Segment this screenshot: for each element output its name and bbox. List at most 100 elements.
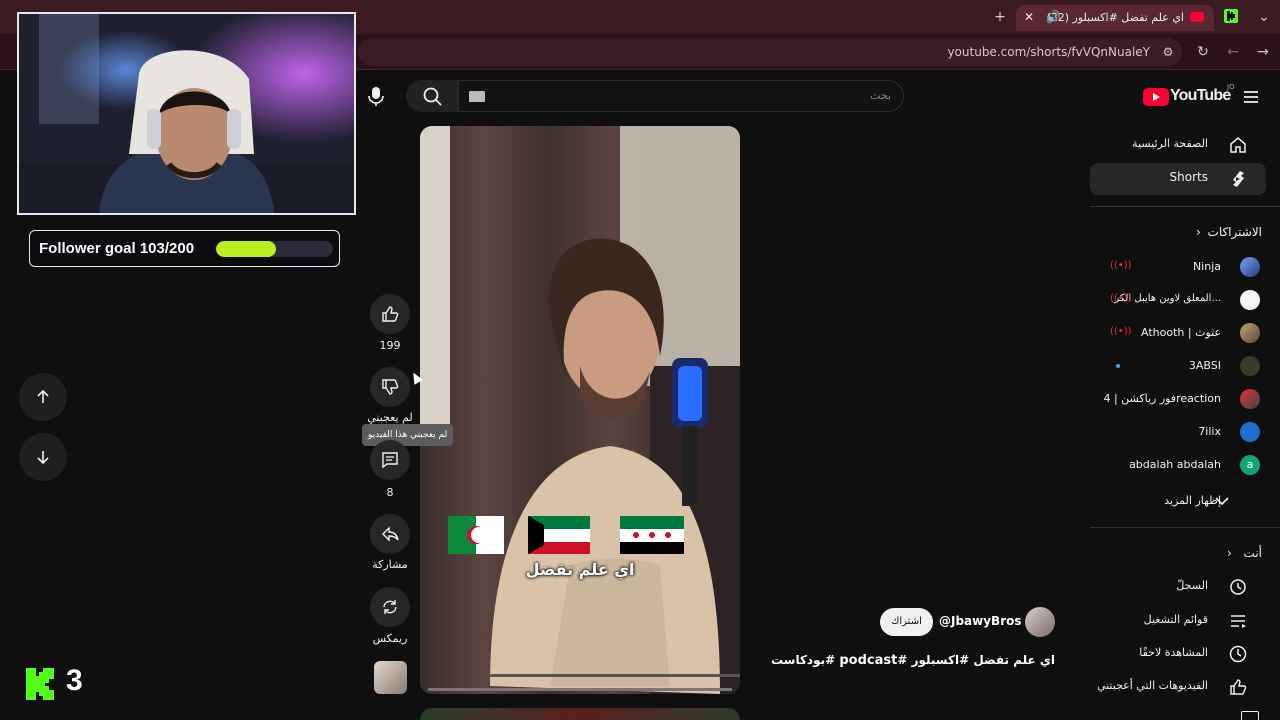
- url-text: youtube.com/shorts/fvVQnNualeY: [947, 45, 1150, 59]
- subscriptions-list: Ninja ((•)) المعلق لاوين هايبل الكر... (…: [1090, 254, 1280, 484]
- tab-list-chevron-icon[interactable]: ⌄: [1254, 7, 1274, 27]
- channel-handle[interactable]: @JbawyBros: [939, 614, 1022, 628]
- share-label: مشاركة: [372, 558, 408, 571]
- dislike-tooltip: لم يعجبني هذا الفيديو: [362, 424, 454, 446]
- chevron-right-icon: ›: [1227, 546, 1232, 560]
- sound-thumbnail[interactable]: [374, 661, 407, 694]
- sidebar-item-label: الفيديوهات التي أعجبتني: [1096, 679, 1208, 692]
- forward-icon[interactable]: ←: [1223, 42, 1243, 62]
- home-icon: [1228, 135, 1248, 155]
- share-button[interactable]: [370, 514, 410, 554]
- sidebar-item-history[interactable]: السجلّ: [1090, 571, 1266, 603]
- short-title: اي علم تفضل #اكسبلور #podcast #بودكاست: [771, 653, 1055, 668]
- subscription-7ilix[interactable]: 7ilix: [1090, 419, 1280, 445]
- follower-goal-widget: Follower goal 103/200: [29, 230, 340, 267]
- dislike-label: لم يعجبني: [367, 411, 413, 424]
- subscription-channel-2[interactable]: المعلق لاوين هايبل الكر... ((•)): [1090, 287, 1280, 313]
- you-header[interactable]: أنت: [1244, 546, 1262, 560]
- subscribe-button[interactable]: اشتراك: [880, 608, 933, 636]
- channel-avatar: [1240, 422, 1260, 442]
- short-video-player[interactable]: اي علم تفضل: [420, 126, 740, 694]
- sidebar-divider: [1090, 206, 1280, 207]
- audio-playing-icon[interactable]: 🔊: [1046, 10, 1061, 24]
- kick-counter: 3: [66, 664, 83, 697]
- sidebar-item-label: المشاهدة لاحقًا: [1139, 646, 1208, 659]
- channel-avatar: a: [1240, 455, 1260, 475]
- remix-label: ريمكس: [372, 632, 408, 645]
- youtube-logo[interactable]: YouTube JO: [1143, 83, 1239, 108]
- voice-search-icon[interactable]: [362, 82, 390, 110]
- next-short-button[interactable]: [19, 433, 67, 481]
- arrow-down-icon: [37, 451, 49, 465]
- search-icon: [423, 87, 442, 106]
- sidebar-item-playlists[interactable]: قوائم التشغيل: [1090, 605, 1266, 637]
- video-caption-overlay: اي علم تفضل: [525, 560, 635, 579]
- title-suffix: #بودكاست: [770, 653, 840, 667]
- back-icon[interactable]: →: [1253, 42, 1273, 62]
- comments-button[interactable]: [370, 440, 410, 480]
- sidebar-item-label: الصفحة الرئيسية: [1132, 137, 1208, 150]
- new-tab-icon[interactable]: +: [990, 7, 1010, 27]
- webcam-overlay: [17, 12, 356, 215]
- subscription-athooth[interactable]: Athooth | عثوث ((•)): [1090, 320, 1280, 346]
- subscription-4reaction[interactable]: فور رياكشن | 4reaction: [1090, 386, 1280, 412]
- kick-tab-favicon-icon[interactable]: [1224, 9, 1238, 23]
- sidebar-item-home[interactable]: الصفحة الرئيسية: [1090, 129, 1266, 161]
- search-placeholder: بحث: [870, 89, 891, 102]
- kick-logo-icon: [24, 666, 56, 700]
- sidebar-divider: [1090, 527, 1280, 528]
- next-short-preview[interactable]: [420, 708, 740, 720]
- sidebar-item-label: Shorts: [1169, 170, 1208, 184]
- site-settings-icon[interactable]: ⚙: [1158, 42, 1178, 62]
- subscription-3absi[interactable]: 3ABSI: [1090, 353, 1280, 379]
- channel-avatar: [1240, 257, 1260, 277]
- webcam-feed: [19, 14, 354, 213]
- close-tab-icon[interactable]: ✕: [1024, 10, 1034, 24]
- subscription-name: Athooth | عثوث: [1141, 326, 1221, 339]
- like-count: 199: [379, 339, 401, 352]
- tab-youtube-short[interactable]: (32) اي علم تفضل #اكسبلور 🔊 ✕: [1016, 5, 1214, 31]
- subscription-abdalah[interactable]: a abdalah abdalah: [1090, 452, 1280, 478]
- title-hashtag-podcast[interactable]: podcast: [839, 653, 897, 668]
- live-indicator-icon: ((•)): [1110, 326, 1132, 337]
- sidebar-item-label: السجلّ: [1176, 579, 1208, 592]
- reload-icon[interactable]: ↻: [1193, 42, 1213, 62]
- subscription-name: 7ilix: [1198, 425, 1221, 438]
- url-field[interactable]: ⚙ youtube.com/shorts/fvVQnNualeY: [358, 38, 1182, 66]
- partial-sidebar-icon: [1241, 711, 1259, 720]
- subscription-name: 3ABSI: [1188, 359, 1221, 372]
- channel-avatar: [1240, 290, 1260, 310]
- sidebar-item-label: قوائم التشغيل: [1143, 613, 1208, 626]
- channel-avatar: [1240, 323, 1260, 343]
- clock-icon: [1228, 644, 1248, 664]
- follower-goal-progress-fill: [216, 241, 277, 257]
- sidebar-item-shorts[interactable]: Shorts: [1090, 163, 1266, 195]
- follower-goal-text: Follower goal 103/200: [39, 240, 195, 257]
- youtube-favicon-icon: [1190, 12, 1204, 22]
- subscription-name: abdalah abdalah: [1129, 458, 1221, 471]
- live-indicator-icon: ((•)): [1110, 293, 1132, 304]
- remix-button[interactable]: [370, 587, 410, 627]
- like-button[interactable]: [370, 294, 410, 334]
- keyboard-icon[interactable]: [469, 91, 485, 102]
- guide-menu-icon[interactable]: [1241, 87, 1261, 107]
- tab-title: (32) اي علم تفضل #اكسبلور: [1046, 11, 1184, 24]
- sidebar-item-liked-videos[interactable]: الفيديوهات التي أعجبتني: [1090, 671, 1266, 703]
- channel-avatar: [1240, 389, 1260, 409]
- subscription-ninja[interactable]: Ninja ((•)): [1090, 254, 1280, 280]
- dislike-button[interactable]: [370, 367, 410, 407]
- previous-short-button[interactable]: [19, 373, 67, 421]
- comment-count: 8: [386, 486, 394, 499]
- subscriptions-header[interactable]: الاشتراكات: [1208, 225, 1262, 239]
- thumbs-up-icon: [382, 306, 399, 322]
- new-content-dot: [1116, 364, 1120, 368]
- follower-goal-progress-bar: [216, 241, 333, 257]
- sidebar-item-watch-later[interactable]: المشاهدة لاحقًا: [1090, 638, 1266, 670]
- live-indicator-icon: ((•)): [1110, 260, 1132, 271]
- arrow-up-icon: [37, 389, 49, 403]
- channel-avatar[interactable]: [1025, 607, 1055, 637]
- search-button[interactable]: [406, 80, 458, 112]
- search-input[interactable]: بحث: [458, 80, 904, 112]
- share-icon: [382, 526, 399, 542]
- show-more-button[interactable]: إظهار المزيد: [1090, 488, 1280, 514]
